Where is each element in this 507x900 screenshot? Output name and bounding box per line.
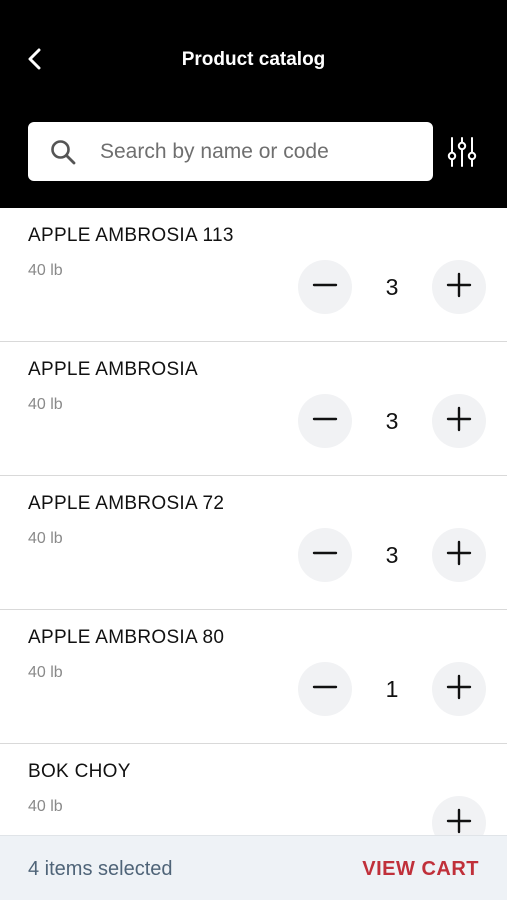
product-size: 40 lb: [28, 798, 63, 815]
decrement-button[interactable]: [298, 528, 352, 582]
plus-icon: [446, 406, 472, 437]
quantity-value: 3: [385, 542, 399, 568]
list-item: APPLE AMBROSIA 72 40 lb 3: [0, 476, 507, 610]
quantity-stepper: 3: [298, 394, 488, 448]
list-item: APPLE AMBROSIA 40 lb 3: [0, 342, 507, 476]
quantity-stepper: 3: [298, 528, 488, 582]
view-cart-button[interactable]: VIEW CART: [362, 858, 479, 881]
quantity-value: 3: [385, 408, 399, 434]
search-input[interactable]: [100, 122, 420, 181]
decrement-button[interactable]: [298, 260, 352, 314]
search-icon: [50, 139, 76, 165]
search-box[interactable]: [28, 122, 433, 181]
product-name: APPLE AMBROSIA: [28, 359, 198, 380]
increment-button[interactable]: [432, 394, 486, 448]
decrement-button[interactable]: [298, 394, 352, 448]
increment-button[interactable]: [432, 662, 486, 716]
minus-icon: [312, 406, 338, 437]
product-size: 40 lb: [28, 262, 63, 279]
increment-button[interactable]: [432, 260, 486, 314]
quantity-stepper: 3: [298, 260, 488, 314]
list-item: APPLE AMBROSIA 80 40 lb 1: [0, 610, 507, 744]
page-title: Product catalog: [181, 49, 326, 70]
product-name: APPLE AMBROSIA 72: [28, 493, 225, 514]
increment-button[interactable]: [432, 528, 486, 582]
decrement-button[interactable]: [298, 662, 352, 716]
product-size: 40 lb: [28, 664, 63, 681]
product-name: BOK CHOY: [28, 761, 131, 782]
sliders-icon: [447, 135, 477, 174]
top-bar: Product catalog: [0, 0, 507, 208]
product-size: 40 lb: [28, 396, 63, 413]
product-size: 40 lb: [28, 530, 63, 547]
plus-icon: [446, 272, 472, 303]
product-list: APPLE AMBROSIA 113 40 lb 3 APPLE AMBROSI…: [0, 208, 507, 878]
quantity-value: 3: [385, 274, 399, 300]
quantity-value: 1: [385, 676, 399, 702]
plus-icon: [446, 674, 472, 705]
quantity-stepper: 1: [298, 662, 488, 716]
selected-count: 4 items selected: [28, 858, 173, 880]
filter-button[interactable]: [444, 136, 480, 172]
plus-icon: [446, 808, 472, 839]
plus-icon: [446, 540, 472, 571]
list-item: APPLE AMBROSIA 113 40 lb 3: [0, 208, 507, 342]
minus-icon: [312, 272, 338, 303]
product-name: APPLE AMBROSIA 113: [28, 225, 234, 246]
minus-icon: [312, 674, 338, 705]
product-name: APPLE AMBROSIA 80: [28, 627, 225, 648]
minus-icon: [312, 540, 338, 571]
selection-footer: 4 items selected VIEW CART: [0, 835, 507, 900]
